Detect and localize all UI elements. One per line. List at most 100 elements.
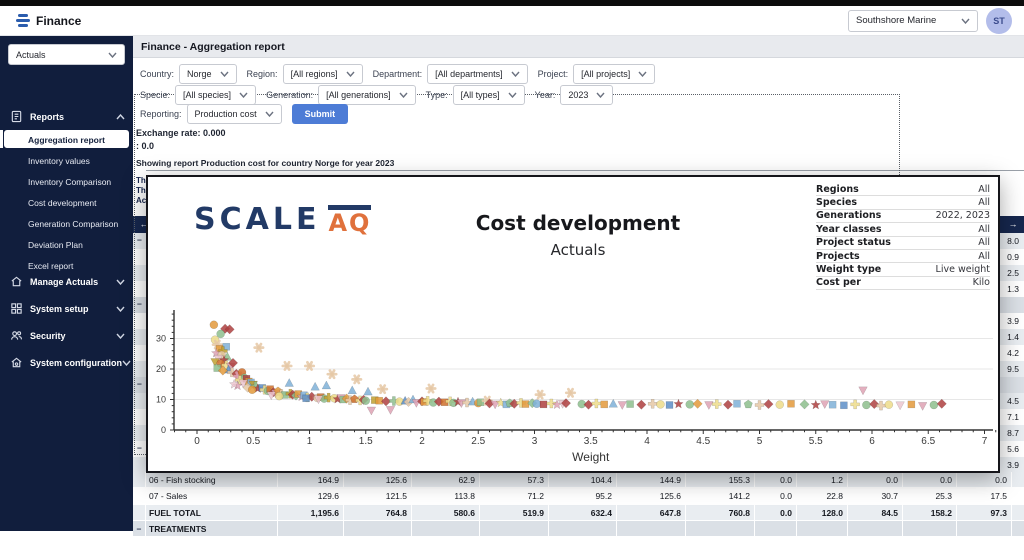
filter-select-value: 2023 (568, 90, 588, 100)
table-row-edge (133, 393, 146, 409)
table-cell-value (755, 521, 797, 537)
sidebar-section-system-configuration[interactable]: System configuration (0, 352, 133, 373)
mode-select[interactable]: Actuals (8, 44, 125, 65)
y-tick-label: 20 (156, 364, 166, 374)
sidebar-section-label: System setup (30, 304, 89, 314)
filter-select[interactable]: [All types] (453, 85, 525, 105)
sidebar-section-reports[interactable]: Reports (0, 106, 133, 127)
sidebar-item-inventory-values[interactable]: Inventory values (0, 150, 133, 171)
data-point (705, 401, 714, 409)
row-collapse-button[interactable]: − (133, 377, 146, 393)
table-cell-value: 764.8 (344, 505, 412, 521)
data-point (820, 401, 829, 409)
data-point (896, 402, 905, 410)
table-row-edge (133, 281, 146, 297)
table-cell-value (480, 521, 549, 537)
reporting-select[interactable]: Production cost (187, 104, 282, 124)
sidebar-item-deviation-plan[interactable]: Deviation Plan (0, 234, 133, 255)
data-point (592, 399, 601, 408)
filter-select[interactable]: [All projects] (573, 64, 655, 84)
sidebar-section-manage-actuals[interactable]: Manage Actuals (0, 271, 133, 292)
chevron-down-icon (399, 92, 408, 98)
row-collapse-button[interactable]: − (133, 233, 146, 249)
page-title: Finance - Aggregation report (141, 41, 285, 53)
x-tick-label: 5.5 (809, 436, 823, 447)
showing-report-text: Showing report Production cost for count… (136, 158, 394, 168)
report-table-bottom-rows: 06 - Fish stocking164.9125.662.957.3104.… (133, 472, 1024, 537)
parameter-row: Generations2022, 2023 (816, 210, 990, 223)
row-collapse-button[interactable]: − (133, 441, 146, 457)
modal-title: Cost development (348, 211, 808, 235)
table-cell-value (686, 521, 755, 537)
submit-button[interactable]: Submit (292, 104, 349, 124)
parameter-label: Weight type (816, 264, 881, 275)
sidebar-item-generation-comparison[interactable]: Generation Comparison (0, 213, 133, 234)
company-select[interactable]: Southshore Marine (848, 10, 978, 32)
table-row-edge (133, 457, 146, 473)
sidebar-item-cost-development[interactable]: Cost development (0, 192, 133, 213)
table-cell-value: 632.4 (549, 505, 617, 521)
table-cell-spacer (133, 488, 146, 504)
page-titlebar: Finance - Aggregation report (133, 36, 1024, 58)
data-point (788, 400, 795, 407)
filter-select[interactable]: 2023 (560, 85, 613, 105)
table-row-edge (133, 409, 146, 425)
sidebar-item-inventory-comparison[interactable]: Inventory Comparison (0, 171, 133, 192)
row-collapse-button[interactable]: − (133, 297, 146, 313)
modal-subtitle: Actuals (348, 241, 808, 259)
filter-select[interactable]: Norge (179, 64, 237, 84)
row-collapse-button[interactable]: − (133, 521, 146, 537)
x-tick-label: 3.5 (584, 436, 598, 447)
sidebar: Actuals Reports Aggregation reportInvent… (0, 36, 133, 531)
table-cell-value: 22.8 (797, 488, 848, 504)
table-cell-value: 519.9 (480, 505, 549, 521)
table-row-edge (133, 425, 146, 441)
filter-select[interactable]: [All regions] (283, 64, 363, 84)
home-icon (10, 275, 23, 288)
data-point (533, 400, 541, 408)
chevron-down-icon (346, 71, 355, 77)
home-gear-icon (10, 356, 23, 369)
data-point (851, 400, 860, 409)
filter-select[interactable]: [All departments] (427, 64, 528, 84)
filter-label: Year: (535, 90, 556, 100)
parameter-row: Year classesAll (816, 223, 990, 236)
data-point (712, 400, 721, 409)
sidebar-section-security[interactable]: Security (0, 325, 133, 346)
table-cell-value (957, 521, 1012, 537)
table-cell-value: 113.8 (412, 488, 480, 504)
sidebar-section-system-setup[interactable]: System setup (0, 298, 133, 319)
table-cell-value: 1.2 (797, 472, 848, 488)
x-tick-label: 7 (982, 436, 988, 447)
chevron-down-icon (508, 92, 517, 98)
filter-label: Department: (373, 69, 423, 79)
table-cell-partial: 3.9 (1000, 313, 1024, 329)
sidebar-item-aggregation-report[interactable]: Aggregation report (0, 129, 133, 150)
data-point (918, 402, 927, 410)
data-point (348, 386, 357, 394)
table-cell-value: 25.3 (903, 488, 957, 504)
data-point (800, 400, 809, 409)
parameter-value: Live weight (936, 264, 990, 275)
table-row: 07 - Sales129.6121.5113.871.295.2125.614… (133, 488, 1024, 504)
filter-type: Type:[All types] (426, 85, 525, 105)
chevron-down-icon (116, 306, 125, 312)
sidebar-item-label: Inventory Comparison (28, 177, 111, 187)
filter-select[interactable]: [All species] (175, 85, 256, 105)
avatar[interactable]: ST (986, 8, 1012, 34)
brand-logo-icon (16, 14, 30, 28)
filter-select-value: [All departments] (435, 69, 503, 79)
filter-year: Year: 2023 (535, 85, 614, 105)
table-cell-value (549, 521, 617, 537)
scroll-right-button[interactable]: → (1005, 218, 1021, 231)
table-cell-value: 158.2 (903, 505, 957, 521)
table-cell-value: 129.6 (278, 488, 344, 504)
table-cell-value: 580.6 (412, 505, 480, 521)
table-cell-partial: 0.9 (1000, 249, 1024, 265)
table-row-edge (133, 361, 146, 377)
data-point (840, 402, 847, 409)
filter-select[interactable]: [All generations] (318, 85, 416, 105)
table-row-edge (133, 265, 146, 281)
table-cell-value: 104.4 (549, 472, 617, 488)
table-cell-value: 57.3 (480, 472, 549, 488)
